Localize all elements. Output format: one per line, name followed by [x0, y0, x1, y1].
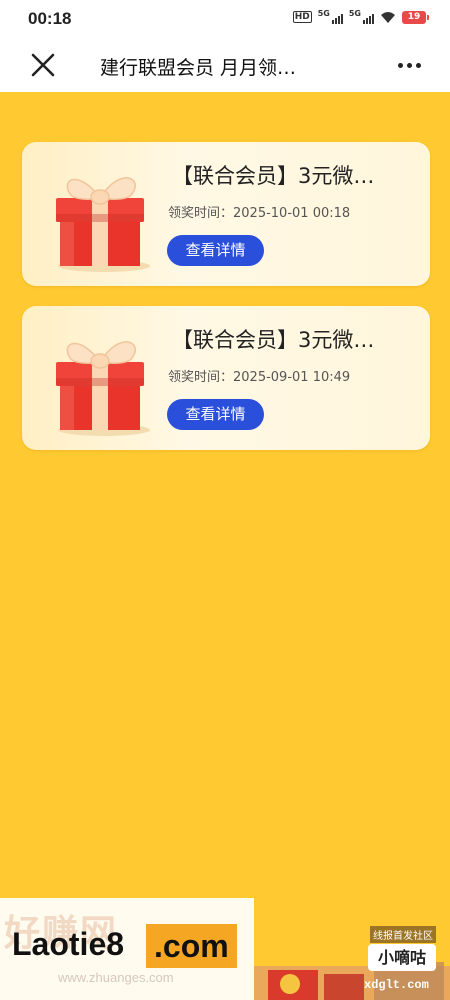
record-time-value: 2025-10-01 00:18 [233, 206, 351, 221]
watermark-site-url: xdglt.com [364, 978, 429, 992]
watermark-brand-suffix: .com [146, 924, 237, 968]
watermark-site-tag: 线报首发社区 [370, 926, 436, 943]
signal-icon-1: 5G [318, 10, 343, 24]
record-time: 领奖时间：2025-09-01 10:49 [168, 366, 350, 385]
watermark-laotie8: 好赚网 www.zhuanges.com Laotie8 .com [0, 898, 254, 1000]
watermark-brand: Laotie8 [12, 926, 125, 962]
close-icon[interactable] [28, 50, 58, 80]
record-time: 领奖时间：2025-10-01 00:18 [168, 202, 350, 221]
view-details-button[interactable]: 查看详情 [167, 235, 264, 266]
status-bar: 00:18 HD 5G 5G 19 [0, 0, 450, 38]
record-time-label: 领奖时间： [168, 206, 234, 221]
record-time-value: 2025-09-01 10:49 [233, 370, 351, 385]
gift-box-icon [56, 177, 150, 272]
reward-record-card: 【联合会员】3元微… 领奖时间：2025-09-01 10:49 查看详情 [22, 306, 430, 450]
view-details-button[interactable]: 查看详情 [167, 399, 264, 430]
hd-icon: HD [292, 11, 312, 23]
record-title: 【联合会员】3元微… [172, 328, 375, 352]
wifi-icon [381, 12, 395, 23]
reward-record-card: 【联合会员】3元微… 领奖时间：2025-10-01 00:18 查看详情 [22, 142, 430, 286]
status-time: 00:18 [28, 9, 72, 28]
page-title: 建行联盟会员 月月领… [100, 57, 297, 79]
record-time-label: 领奖时间： [168, 370, 234, 385]
battery-icon: 19 [402, 10, 429, 24]
watermark-ghost-url: www.zhuanges.com [58, 970, 174, 985]
watermark-xdglt: 线报首发社区 小嘀咕 xdglt.com [254, 920, 450, 1000]
record-title: 【联合会员】3元微… [172, 164, 375, 188]
nav-bar: 建行联盟会员 月月领… [0, 38, 450, 92]
status-icons: HD 5G 5G 19 [292, 10, 429, 24]
watermark-site-name: 小嘀咕 [368, 944, 436, 971]
signal-icon-2: 5G [349, 10, 374, 24]
more-dots-icon[interactable] [394, 54, 424, 76]
gift-box-icon [56, 341, 150, 436]
